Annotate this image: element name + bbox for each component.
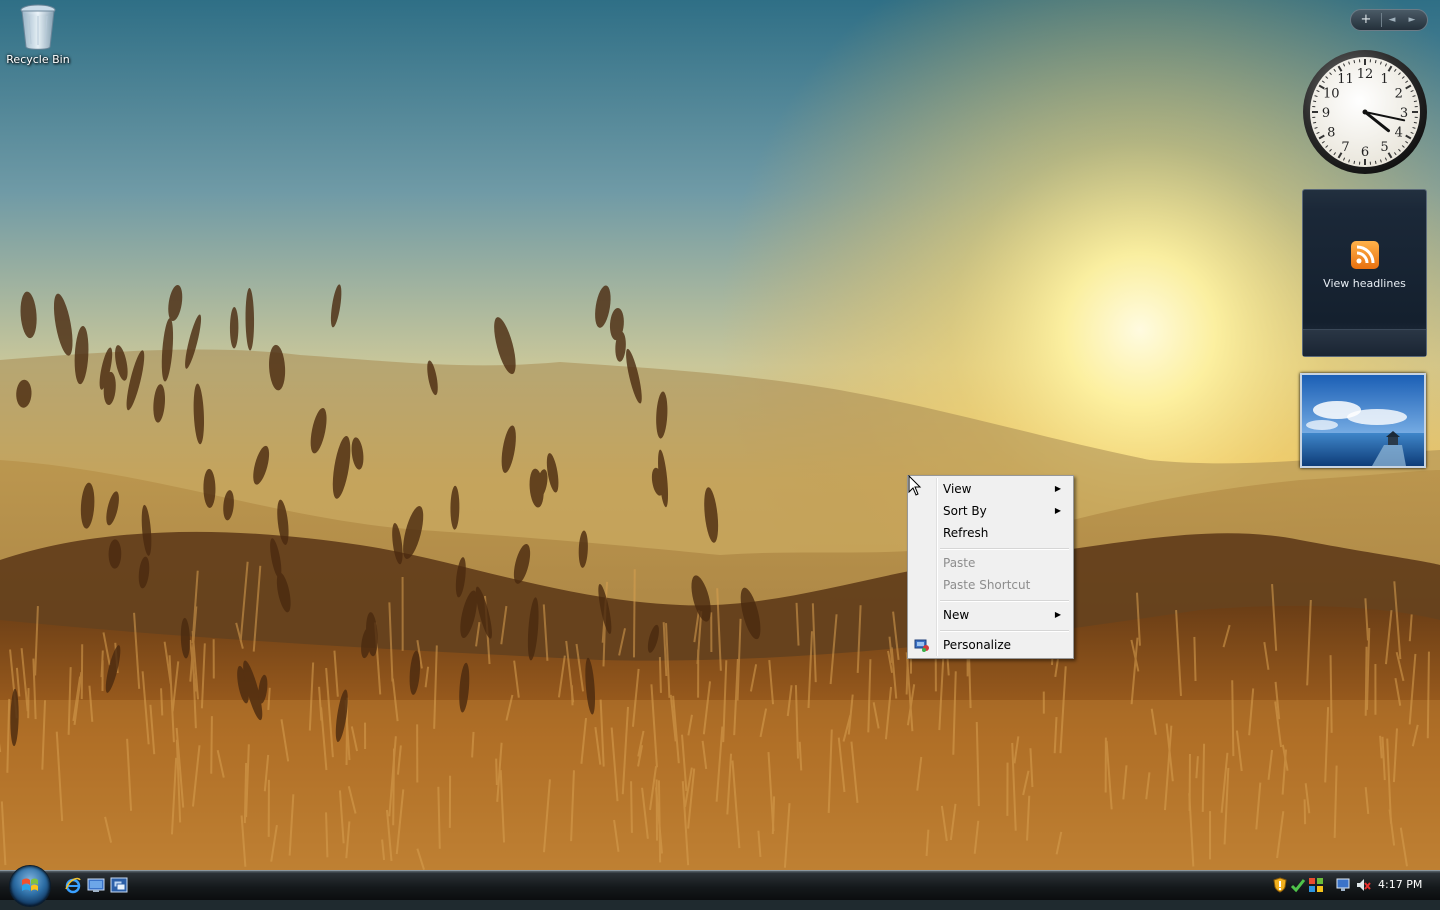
submenu-arrow-icon: ▶	[1055, 478, 1061, 500]
desktop-wallpaper[interactable]	[0, 0, 1440, 870]
start-button[interactable]	[9, 865, 51, 907]
menu-separator	[940, 600, 1069, 602]
menu-item-label: View	[943, 482, 971, 496]
clock-tick	[1354, 60, 1355, 63]
clock-tick	[1354, 161, 1355, 164]
recycle-bin-icon	[14, 2, 62, 52]
security-shield-icon[interactable]	[1272, 877, 1288, 893]
view-headlines-label: View headlines	[1303, 277, 1426, 290]
clock-numeral: 2	[1395, 87, 1403, 102]
submenu-arrow-icon: ▶	[1055, 604, 1061, 626]
taskbar-clock[interactable]: 4:17 PM	[1378, 871, 1422, 899]
menu-item-sort-by[interactable]: Sort By ▶	[910, 500, 1071, 522]
recycle-bin-label: Recycle Bin	[2, 53, 74, 66]
menu-separator	[940, 548, 1069, 550]
recycle-bin[interactable]: Recycle Bin	[2, 2, 74, 66]
menu-separator	[940, 630, 1069, 632]
volume-muted-icon[interactable]	[1355, 877, 1371, 893]
next-gadget-button[interactable]: ►	[1402, 10, 1422, 30]
menu-item-label: New	[943, 608, 969, 622]
menu-item-label: Paste	[943, 556, 975, 570]
clock-gadget[interactable]: 123456789101112	[1301, 48, 1429, 176]
windows-update-icon[interactable]	[1290, 877, 1306, 893]
slideshow-gadget[interactable]	[1300, 373, 1426, 468]
clock-tick	[1375, 60, 1376, 63]
show-desktop-icon[interactable]	[87, 876, 105, 894]
clock-tick	[1313, 101, 1316, 102]
menu-item-label: Personalize	[943, 638, 1011, 652]
taskbar: 4:17 PM	[0, 870, 1440, 900]
clock-tick	[1313, 122, 1316, 123]
menu-item-paste[interactable]: Paste	[910, 552, 1071, 574]
sidebar-controls: + ◄ ►	[1350, 9, 1428, 31]
personalize-icon	[914, 637, 930, 653]
network-icon[interactable]	[1308, 877, 1324, 893]
add-gadget-button[interactable]: +	[1351, 10, 1381, 30]
clock-numeral: 10	[1323, 87, 1340, 102]
gadget-footer	[1303, 329, 1426, 356]
internet-explorer-icon[interactable]	[64, 876, 82, 894]
clock-numeral: 8	[1327, 126, 1335, 141]
clock-tick	[1414, 122, 1417, 123]
clock-numeral: 5	[1380, 140, 1388, 155]
clock-tick	[1414, 101, 1417, 102]
clock-numeral: 7	[1341, 140, 1349, 155]
mouse-pointer-icon	[908, 475, 922, 497]
clock-numeral: 12	[1357, 67, 1374, 82]
clock-tick	[1375, 161, 1376, 164]
computer-network-icon[interactable]	[1336, 877, 1352, 893]
feed-headlines-gadget[interactable]: View headlines	[1302, 189, 1427, 357]
menu-item-refresh[interactable]: Refresh	[910, 522, 1071, 544]
menu-item-view[interactable]: View ▶	[910, 478, 1071, 500]
clock-numeral: 4	[1395, 126, 1403, 141]
menu-item-new[interactable]: New ▶	[910, 604, 1071, 626]
rss-icon	[1351, 241, 1379, 269]
menu-item-paste-shortcut[interactable]: Paste Shortcut	[910, 574, 1071, 596]
menu-item-label: Sort By	[943, 504, 987, 518]
menu-item-label: Paste Shortcut	[943, 578, 1030, 592]
clock-numeral: 11	[1337, 72, 1354, 87]
submenu-arrow-icon: ▶	[1055, 500, 1061, 522]
clock-numeral: 1	[1380, 72, 1388, 87]
menu-item-label: Refresh	[943, 526, 988, 540]
clock-numeral: 6	[1361, 145, 1369, 160]
menu-item-personalize[interactable]: Personalize	[910, 634, 1071, 656]
switch-windows-icon[interactable]	[110, 876, 128, 894]
prev-gadget-button[interactable]: ◄	[1382, 10, 1402, 30]
slideshow-picture	[1302, 375, 1424, 466]
clock-numeral: 9	[1322, 106, 1330, 121]
desktop-context-menu: View ▶ Sort By ▶ Refresh Paste Paste Sho…	[907, 475, 1074, 659]
windows-orb-icon	[10, 866, 50, 906]
